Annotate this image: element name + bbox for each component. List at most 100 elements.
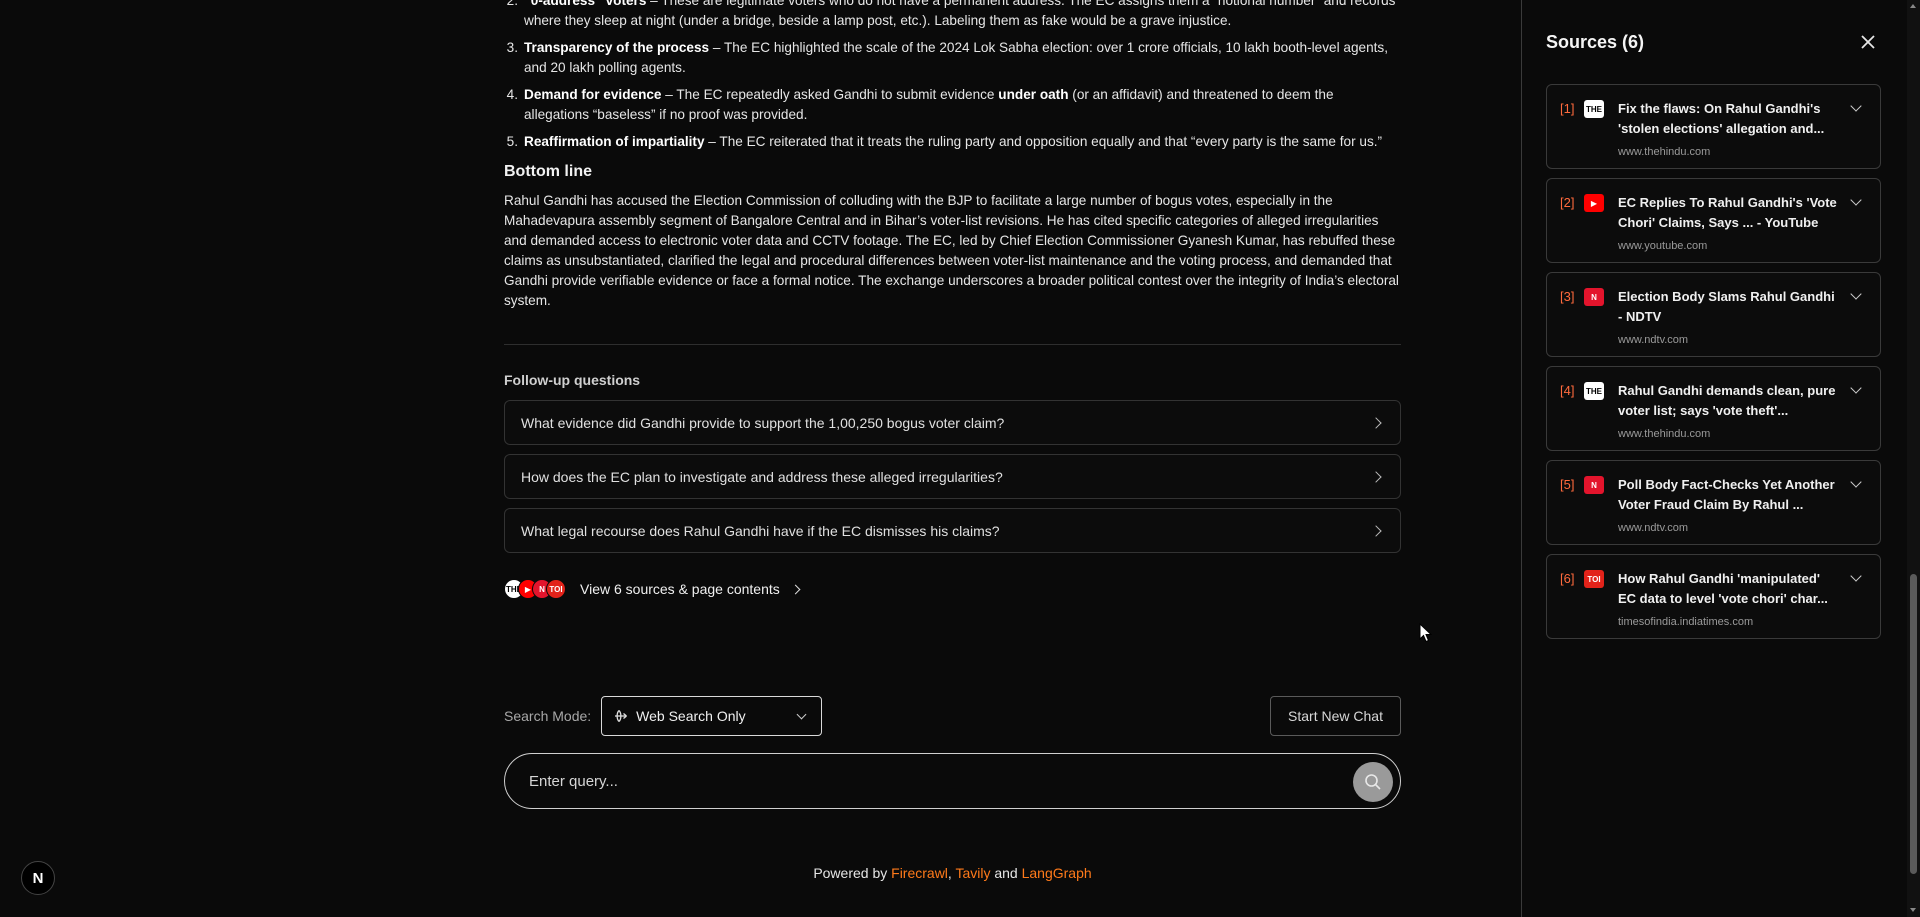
list-bold-lead: “0-address” voters <box>524 0 647 8</box>
source-card[interactable]: [5] N Poll Body Fact-Checks Yet Another Vo… <box>1546 460 1881 545</box>
toi-logo-icon: TOI <box>1584 570 1604 588</box>
list-rest: – The EC repeatedly asked Gandhi to subm… <box>661 87 999 102</box>
langgraph-link[interactable]: LangGraph <box>1022 865 1092 881</box>
mouse-cursor-icon <box>1419 623 1433 643</box>
bottom-line-heading: Bottom line <box>504 163 592 180</box>
powered-by-footer: Powered by Firecrawl, Tavily and LangGra… <box>504 865 1401 881</box>
answer-numbered-list: 2. “0-address” voters – These are legiti… <box>504 0 1401 152</box>
list-text: Transparency of the process – The EC hig… <box>524 38 1401 78</box>
search-icon <box>1365 774 1381 790</box>
source-domain: www.ndtv.com <box>1618 522 1689 534</box>
chevron-right-icon <box>1370 524 1382 537</box>
followup-heading: Follow-up questions <box>504 372 641 388</box>
list-item: 5. Reaffirmation of impartiality – The E… <box>504 132 1401 152</box>
view-sources-link[interactable]: View 6 sources & page contents <box>580 581 801 597</box>
source-title[interactable]: Election Body Slams Rahul Gandhi - NDTV <box>1618 287 1840 327</box>
chevron-right-icon <box>1370 416 1382 429</box>
list-item: 2. “0-address” voters – These are legiti… <box>504 0 1401 31</box>
followup-question-button[interactable]: What legal recourse does Rahul Gandhi ha… <box>504 508 1401 553</box>
search-mode-label: Search Mode: <box>504 708 592 724</box>
source-card[interactable]: [3] N Election Body Slams Rahul Gandhi - N… <box>1546 272 1881 357</box>
sources-panel-title: Sources (6) <box>1546 32 1645 52</box>
followup-question-button[interactable]: How does the EC plan to investigate and … <box>504 454 1401 499</box>
source-card[interactable]: [6] TOI How Rahul Gandhi 'manipulated' EC … <box>1546 554 1881 639</box>
footer-prefix: Powered by <box>813 865 892 881</box>
list-text: Demand for evidence – The EC repeatedly … <box>524 85 1401 125</box>
list-item: 4. Demand for evidence – The EC repeated… <box>504 85 1401 125</box>
tavily-link[interactable]: Tavily <box>955 865 990 881</box>
source-domain: www.thehindu.com <box>1618 146 1711 158</box>
chevron-right-icon <box>1370 470 1382 483</box>
list-number: 3. <box>506 40 518 55</box>
chevron-right-icon <box>790 584 801 594</box>
chevron-down-icon[interactable] <box>1850 194 1862 206</box>
followup-question-text: How does the EC plan to investigate and … <box>521 468 1003 485</box>
source-domain: www.ndtv.com <box>1618 334 1689 346</box>
page-scrollbar[interactable] <box>1907 0 1920 917</box>
source-index: [1] <box>1560 101 1575 116</box>
bottom-line-paragraph: Rahul Gandhi has accused the Election Co… <box>504 193 1399 308</box>
query-input[interactable] <box>529 772 1376 790</box>
answer-content: 2. “0-address” voters – These are legiti… <box>504 0 1401 599</box>
query-bar <box>504 753 1401 809</box>
start-new-chat-button[interactable]: Start New Chat <box>1270 696 1401 736</box>
followup-list: What evidence did Gandhi provide to supp… <box>504 400 1401 553</box>
scrollbar-thumb[interactable] <box>1910 574 1917 874</box>
list-rest: – The EC reiterated that it treats the r… <box>704 134 1383 149</box>
source-domain: timesofindia.indiatimes.com <box>1618 616 1754 628</box>
chevron-down-icon <box>796 709 807 720</box>
source-index: [3] <box>1560 289 1575 304</box>
source-index: [5] <box>1560 477 1575 492</box>
source-index: [2] <box>1560 195 1575 210</box>
list-item: 3. Transparency of the process – The EC … <box>504 38 1401 78</box>
source-title[interactable]: How Rahul Gandhi 'manipulated' EC data t… <box>1618 569 1840 609</box>
search-submit-button[interactable] <box>1353 762 1393 802</box>
toi-logo-icon: TOI <box>546 579 566 599</box>
source-title[interactable]: Fix the flaws: On Rahul Gandhi's 'stolen… <box>1618 99 1840 139</box>
followup-question-text: What evidence did Gandhi provide to supp… <box>521 414 1005 431</box>
thehindu-logo-icon: THE <box>1584 382 1604 400</box>
followup-question-button[interactable]: What evidence did Gandhi provide to supp… <box>504 400 1401 445</box>
badge-letter: N <box>32 869 44 887</box>
chevron-down-icon[interactable] <box>1850 100 1862 112</box>
source-card[interactable]: [2] ▶ EC Replies To Rahul Gandhi's 'Vote C… <box>1546 178 1881 263</box>
chevron-down-icon[interactable] <box>1850 288 1862 300</box>
list-text: Reaffirmation of impartiality – The EC r… <box>524 132 1401 152</box>
chevron-down-icon[interactable] <box>1850 570 1862 582</box>
nextjs-dev-badge[interactable]: N <box>21 861 55 895</box>
view-sources-label: View 6 sources & page contents <box>580 581 780 597</box>
source-domain: www.thehindu.com <box>1618 428 1711 440</box>
list-bold-lead: Demand for evidence <box>524 87 662 102</box>
source-card[interactable]: [4] THE Rahul Gandhi demands clean, pure v… <box>1546 366 1881 451</box>
list-bold-lead: Transparency of the process <box>524 40 710 55</box>
search-mode-select[interactable]: Web Search Only <box>601 696 823 736</box>
list-bold-inline: under oath <box>998 87 1069 102</box>
list-number: 5. <box>506 134 518 149</box>
search-controls-row: Search Mode: Web Search Only Start New C… <box>504 696 1401 736</box>
source-title[interactable]: EC Replies To Rahul Gandhi's 'Vote Chori… <box>1618 193 1840 233</box>
source-domain: www.youtube.com <box>1618 240 1708 252</box>
thehindu-logo-icon: THE <box>1584 100 1604 118</box>
list-bold-lead: Reaffirmation of impartiality <box>524 134 705 149</box>
close-icon[interactable] <box>1858 32 1878 52</box>
ndtv-logo-icon: N <box>1584 288 1604 306</box>
chat-main-area: 2. “0-address” voters – These are legiti… <box>0 0 1521 917</box>
sources-panel: Sources (6) [1] THE Fix the flaws: On Rahu… <box>1521 0 1920 917</box>
view-sources-row[interactable]: THE ▶ N TOI View 6 sources & page contents <box>504 579 1401 599</box>
source-title[interactable]: Poll Body Fact-Checks Yet Another Voter … <box>1618 475 1840 515</box>
firecrawl-link[interactable]: Firecrawl <box>891 865 948 881</box>
list-text: “0-address” voters – These are legitimat… <box>524 0 1401 31</box>
globe-search-icon <box>615 710 628 722</box>
source-card[interactable]: [1] THE Fix the flaws: On Rahul Gandhi's '… <box>1546 84 1881 169</box>
followup-question-text: What legal recourse does Rahul Gandhi ha… <box>521 522 1000 539</box>
chevron-down-icon[interactable] <box>1850 382 1862 394</box>
footer-separator: and <box>990 865 1022 881</box>
section-divider <box>504 344 1401 345</box>
chevron-down-icon[interactable] <box>1850 476 1862 488</box>
list-number: 2. <box>506 0 518 8</box>
ndtv-logo-icon: N <box>1584 476 1604 494</box>
scroll-up-arrow-icon[interactable] <box>1910 4 1916 8</box>
scroll-down-arrow-icon[interactable] <box>1910 908 1916 912</box>
source-title[interactable]: Rahul Gandhi demands clean, pure voter l… <box>1618 381 1840 421</box>
search-mode-group: Search Mode: Web Search Only <box>504 696 823 736</box>
